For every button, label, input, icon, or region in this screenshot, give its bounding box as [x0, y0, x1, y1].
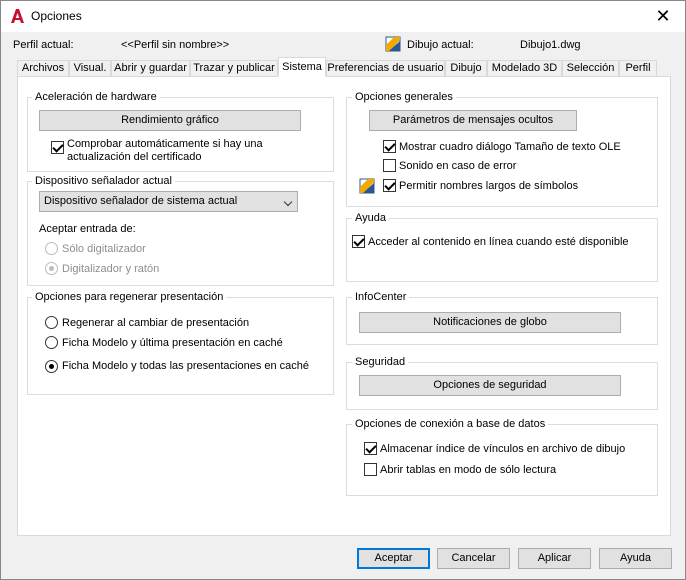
security-options-button[interactable]: Opciones de seguridad: [359, 375, 621, 396]
auto-check-certificate-checkbox[interactable]: [51, 141, 64, 154]
digitizer-only-label: Sólo digitalizador: [62, 243, 146, 255]
read-only-tables-checkbox[interactable]: [364, 463, 377, 476]
apply-button[interactable]: Aplicar: [518, 548, 591, 569]
tab-sistema[interactable]: Sistema: [278, 57, 326, 77]
cache-last-layout-radio[interactable]: [45, 336, 58, 349]
cache-last-layout-label: Ficha Modelo y última presentación en ca…: [62, 337, 283, 349]
read-only-tables-label: Abrir tablas en modo de sólo lectura: [380, 464, 557, 476]
options-dialog: Opciones ✕ Perfil actual: <<Perfil sin n…: [0, 0, 686, 580]
tab-visual[interactable]: Visual.: [69, 60, 111, 77]
tab-archivos[interactable]: Archivos: [17, 60, 69, 77]
tab-modelado-3d[interactable]: Modelado 3D: [487, 60, 562, 77]
digitizer-mouse-label: Digitalizador y ratón: [62, 263, 160, 275]
close-button[interactable]: ✕: [651, 6, 675, 26]
help-group: [346, 218, 658, 282]
cache-all-layouts-label: Ficha Modelo y todas las presentaciones …: [62, 360, 310, 372]
regen-on-switch-radio[interactable]: [45, 316, 58, 329]
drawing-label: Dibujo actual:: [407, 39, 474, 51]
balloon-notifications-button[interactable]: Notificaciones de globo: [359, 312, 621, 333]
tab-perfil[interactable]: Perfil: [619, 60, 657, 77]
pointing-device-group-title: Dispositivo señalador actual: [32, 175, 175, 187]
digitizer-mouse-radio[interactable]: [45, 262, 58, 275]
ole-text-size-label: Mostrar cuadro diálogo Tamaño de texto O…: [399, 141, 621, 153]
beep-on-error-label: Sonido en caso de error: [399, 160, 517, 172]
tab-dibujo[interactable]: Dibujo: [445, 60, 487, 77]
online-help-label: Acceder al contenido en línea cuando est…: [368, 236, 629, 248]
cancel-button[interactable]: Cancelar: [437, 548, 510, 569]
autocad-logo-icon: [11, 9, 24, 23]
accept-input-label: Aceptar entrada de:: [39, 223, 136, 235]
hardware-group-title: Aceleración de hardware: [32, 91, 160, 103]
help-group-title: Ayuda: [352, 212, 389, 224]
regen-group-title: Opciones para regenerar presentación: [32, 291, 227, 303]
profile-value: <<Perfil sin nombre>>: [121, 39, 230, 51]
close-icon: ✕: [655, 6, 671, 26]
tab-preferencias[interactable]: Preferencias de usuario: [326, 60, 445, 77]
regen-on-switch-label: Regenerar al cambiar de presentación: [62, 317, 250, 329]
auto-check-certificate-label-1: Comprobar automáticamente si hay una: [67, 138, 263, 150]
infocenter-group-title: InfoCenter: [352, 291, 410, 303]
ole-text-size-checkbox[interactable]: [383, 140, 396, 153]
help-button[interactable]: Ayuda: [599, 548, 672, 569]
drawing-file-icon: [385, 36, 401, 52]
pointing-device-select[interactable]: Dispositivo señalador de sistema actual: [39, 191, 298, 212]
window-title: Opciones: [31, 9, 82, 23]
store-links-index-checkbox[interactable]: [364, 442, 377, 455]
drawing-file-icon: [359, 178, 375, 194]
ok-button[interactable]: Aceptar: [357, 548, 430, 569]
tab-trazar-publicar[interactable]: Trazar y publicar: [190, 60, 278, 77]
store-links-index-label: Almacenar índice de vínculos en archivo …: [380, 443, 626, 455]
graphics-performance-button[interactable]: Rendimiento gráfico: [39, 110, 301, 131]
long-symbol-names-label: Permitir nombres largos de símbolos: [399, 180, 579, 192]
long-symbol-names-checkbox[interactable]: [383, 179, 396, 192]
auto-check-certificate-label-2: actualización del certificado: [67, 151, 202, 163]
profile-label: Perfil actual:: [13, 39, 74, 51]
cache-all-layouts-radio[interactable]: [45, 360, 58, 373]
db-connection-group: [346, 424, 658, 496]
title-bar: Opciones ✕: [1, 1, 685, 32]
general-options-group-title: Opciones generales: [352, 91, 456, 103]
pointing-device-selected: Dispositivo señalador de sistema actual: [44, 195, 238, 207]
digitizer-only-radio[interactable]: [45, 242, 58, 255]
drawing-value: Dibujo1.dwg: [520, 39, 581, 51]
security-group-title: Seguridad: [352, 356, 409, 368]
tab-seleccion[interactable]: Selección: [562, 60, 619, 77]
chevron-down-icon: [283, 197, 293, 207]
db-connection-group-title: Opciones de conexión a base de datos: [352, 418, 549, 430]
beep-on-error-checkbox[interactable]: [383, 159, 396, 172]
online-help-checkbox[interactable]: [352, 235, 365, 248]
tab-abrir-guardar[interactable]: Abrir y guardar: [111, 60, 190, 77]
hidden-messages-button[interactable]: Parámetros de mensajes ocultos: [369, 110, 577, 131]
